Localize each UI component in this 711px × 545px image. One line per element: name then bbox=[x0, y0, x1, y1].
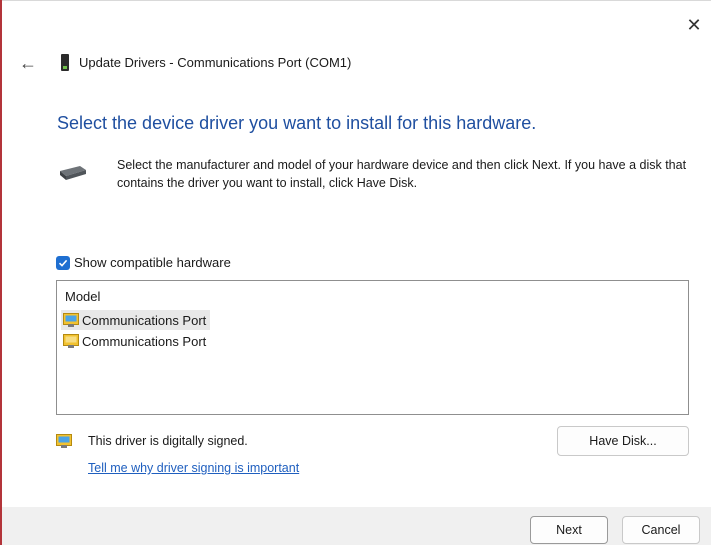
have-disk-button[interactable]: Have Disk... bbox=[557, 426, 689, 456]
next-button[interactable]: Next bbox=[530, 516, 608, 544]
cancel-button[interactable]: Cancel bbox=[622, 516, 700, 544]
hardware-device-icon bbox=[60, 166, 86, 180]
communications-port-icon bbox=[63, 334, 79, 348]
list-item-label: Communications Port bbox=[82, 333, 207, 349]
show-compatible-hardware-checkbox[interactable]: Show compatible hardware bbox=[56, 255, 231, 270]
show-compatible-hardware-label: Show compatible hardware bbox=[74, 255, 231, 270]
driver-signing-info-link[interactable]: Tell me why driver signing is important bbox=[88, 461, 299, 475]
model-column-header: Model bbox=[65, 289, 101, 304]
list-item[interactable]: Communications Port bbox=[61, 331, 210, 351]
back-arrow-icon: ← bbox=[19, 52, 37, 73]
close-button[interactable]: ✕ bbox=[683, 14, 705, 36]
instructions-text: Select the manufacturer and model of you… bbox=[117, 158, 687, 190]
model-list[interactable]: Model Communications Port Communications… bbox=[56, 280, 689, 415]
checkbox-checked-icon[interactable] bbox=[56, 255, 70, 270]
signed-driver-icon bbox=[56, 434, 72, 448]
list-item[interactable]: Communications Port bbox=[61, 310, 211, 330]
close-icon: ✕ bbox=[686, 14, 702, 35]
window-left-border bbox=[0, 0, 2, 545]
window-top-border bbox=[0, 0, 711, 1]
back-button[interactable]: ← bbox=[18, 53, 38, 73]
driver-signed-status: This driver is digitally signed. bbox=[88, 434, 248, 448]
com-port-device-icon bbox=[61, 54, 69, 71]
page-heading: Select the device driver you want to ins… bbox=[57, 113, 537, 133]
window-title: Update Drivers - Communications Port (CO… bbox=[79, 55, 352, 70]
list-item-label: Communications Port bbox=[82, 312, 207, 328]
communications-port-icon bbox=[63, 313, 79, 327]
